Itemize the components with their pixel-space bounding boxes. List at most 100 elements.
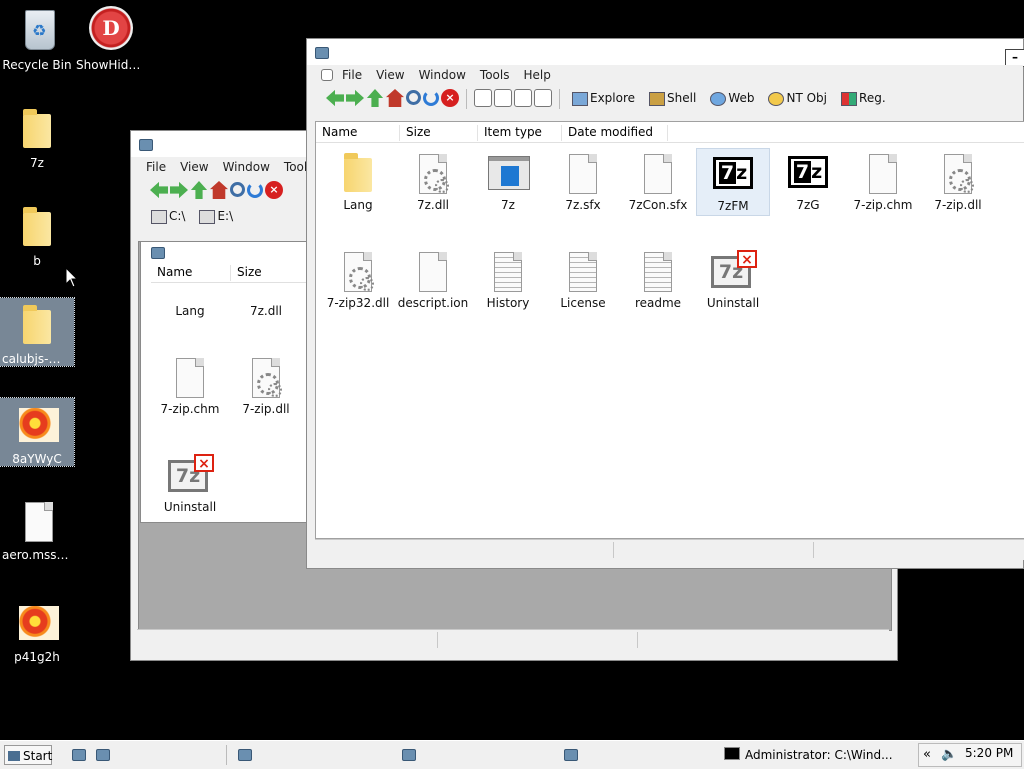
clock[interactable]: 5:20 PM <box>965 746 1013 760</box>
volume-icon[interactable]: 🔈 <box>941 747 957 762</box>
file-item-uninstall[interactable]: 7z × Uninstall <box>696 248 770 318</box>
web-icon <box>710 92 727 106</box>
large-icons-view-icon[interactable] <box>474 89 492 107</box>
details-view-icon[interactable] <box>534 89 552 107</box>
web-button[interactable]: Web <box>728 91 754 105</box>
file-icon <box>569 154 597 194</box>
file-item-7-zip32-dll[interactable]: 7-zip32.dll <box>321 248 395 318</box>
file-item-7zfm[interactable]: 7z 7zFM <box>696 148 770 216</box>
drive-e-button[interactable]: E:\ <box>217 209 233 223</box>
column-header-name[interactable]: Name <box>151 265 231 281</box>
front-window[interactable]: – File View Window Tools Help × Explore Shell W… <box>306 38 1024 569</box>
window-icon <box>315 47 329 59</box>
home-icon[interactable] <box>386 89 404 107</box>
file-item-7z-sfx[interactable]: 7z.sfx <box>546 150 620 220</box>
back-panel[interactable]: Name Size Lang 7z.dll 7-zip.chm 7-zip.dl… <box>140 241 311 523</box>
file-item-7-zip-dll[interactable]: 7-zip.dll <box>921 150 995 220</box>
file-item-7zcon-sfx[interactable]: 7zCon.sfx <box>621 150 695 220</box>
status-cell <box>315 542 614 558</box>
quicklaunch-icon[interactable] <box>96 749 110 761</box>
up-arrow-icon[interactable] <box>366 89 384 107</box>
file-item-descript-ion[interactable]: descript.ion <box>396 248 470 318</box>
desktop-icon-8aywyc[interactable]: 8aYWyC <box>0 397 75 467</box>
column-header-date-modified[interactable]: Date modified <box>562 125 668 141</box>
drive-c-button[interactable]: C:\ <box>169 209 185 223</box>
menu-view[interactable]: View <box>173 157 215 174</box>
front-window-file-list[interactable]: Name Size Item type Date modified Lang 7… <box>315 121 1024 539</box>
desktop-icon-7z[interactable]: 7z <box>0 102 74 170</box>
file-icon <box>869 154 897 194</box>
stop-icon[interactable]: × <box>265 181 283 199</box>
refresh-icon[interactable] <box>247 182 263 198</box>
back-arrow-icon[interactable] <box>150 181 168 199</box>
taskbar-window-icon[interactable] <box>238 749 252 761</box>
toolbar-separator <box>466 89 467 109</box>
menu-window[interactable]: Window <box>412 65 473 82</box>
file-item[interactable]: 7z × Uninstall <box>153 452 227 522</box>
drive-icon <box>199 210 216 224</box>
folder-icon <box>23 305 51 344</box>
column-header-name[interactable]: Name <box>316 125 400 141</box>
back-panel-titlebar[interactable] <box>141 242 309 262</box>
front-window-titlebar[interactable]: – <box>307 39 1024 67</box>
desktop-icon-aero-msstyles[interactable]: aero.msstyles <box>0 494 74 562</box>
explore-button[interactable]: Explore <box>590 91 635 105</box>
toolbar-separator <box>559 89 560 109</box>
desktop-icon-p41g2h[interactable]: p41g2h <box>0 596 74 664</box>
file-item[interactable]: Lang <box>153 284 227 324</box>
file-icon <box>25 502 53 542</box>
refresh-icon[interactable] <box>423 90 439 106</box>
search-icon[interactable] <box>406 90 421 105</box>
desktop-icon-recycle-bin[interactable]: Recycle Bin <box>0 4 74 72</box>
menu-tools[interactable]: Tools <box>473 65 517 82</box>
file-item[interactable]: 7z.dll <box>229 284 303 324</box>
taskbar-window-icon[interactable] <box>402 749 416 761</box>
forward-arrow-icon[interactable] <box>170 181 188 199</box>
column-header-size[interactable]: Size <box>231 265 311 281</box>
file-icon <box>644 154 672 194</box>
desktop-icon-calubjs-main[interactable]: calubjs-main <box>0 297 75 367</box>
reg-button[interactable]: Reg. <box>859 91 886 105</box>
file-item[interactable]: 7-zip.chm <box>153 354 227 424</box>
file-item-7-zip-chm[interactable]: 7-zip.chm <box>846 150 920 220</box>
stop-icon[interactable]: × <box>441 89 459 107</box>
home-icon[interactable] <box>210 181 228 199</box>
menu-window[interactable]: Window <box>216 157 277 174</box>
quicklaunch-icon[interactable] <box>72 749 86 761</box>
text-file-icon <box>569 252 597 292</box>
recycle-bin-icon <box>25 10 55 50</box>
file-item-license[interactable]: License <box>546 248 620 318</box>
file-item-7z[interactable]: 7z <box>471 150 545 220</box>
dll-icon <box>344 252 374 292</box>
up-arrow-icon[interactable] <box>190 181 208 199</box>
file-item-7zg[interactable]: 7z 7zG <box>771 150 845 220</box>
file-item-history[interactable]: History <box>471 248 545 318</box>
menu-file[interactable]: File <box>139 157 173 174</box>
taskbar-console-button[interactable]: Administrator: C:\Wind... <box>724 745 904 765</box>
taskbar-window-icon[interactable] <box>564 749 578 761</box>
nt-obj-button[interactable]: NT Obj <box>786 91 827 105</box>
image-icon <box>19 408 59 442</box>
file-item-readme[interactable]: readme <box>621 248 695 318</box>
file-item[interactable]: 7-zip.dll <box>229 354 303 424</box>
file-icon <box>176 358 204 398</box>
column-header-size[interactable]: Size <box>400 125 478 141</box>
menu-file[interactable]: File <box>335 65 369 82</box>
list-view-icon[interactable] <box>514 89 532 107</box>
file-item-lang[interactable]: Lang <box>321 150 395 220</box>
shell-button[interactable]: Shell <box>667 91 696 105</box>
search-icon[interactable] <box>230 182 245 197</box>
tray-expand-chevron[interactable]: « <box>923 747 931 762</box>
start-icon <box>8 751 20 761</box>
menu-help[interactable]: Help <box>516 65 557 82</box>
desktop-icon-showhide[interactable]: D ShowHide... <box>74 4 148 72</box>
start-button[interactable]: Start <box>4 745 52 765</box>
back-arrow-icon[interactable] <box>326 89 344 107</box>
menu-view[interactable]: View <box>369 65 411 82</box>
desktop-icon-b[interactable]: b <box>0 200 74 268</box>
taskbar: Start Administrator: C:\Wind... « 🔈 5:20… <box>0 740 1024 769</box>
forward-arrow-icon[interactable] <box>346 89 364 107</box>
column-header-item-type[interactable]: Item type <box>478 125 562 141</box>
small-icons-view-icon[interactable] <box>494 89 512 107</box>
file-item-7z-dll[interactable]: 7z.dll <box>396 150 470 220</box>
